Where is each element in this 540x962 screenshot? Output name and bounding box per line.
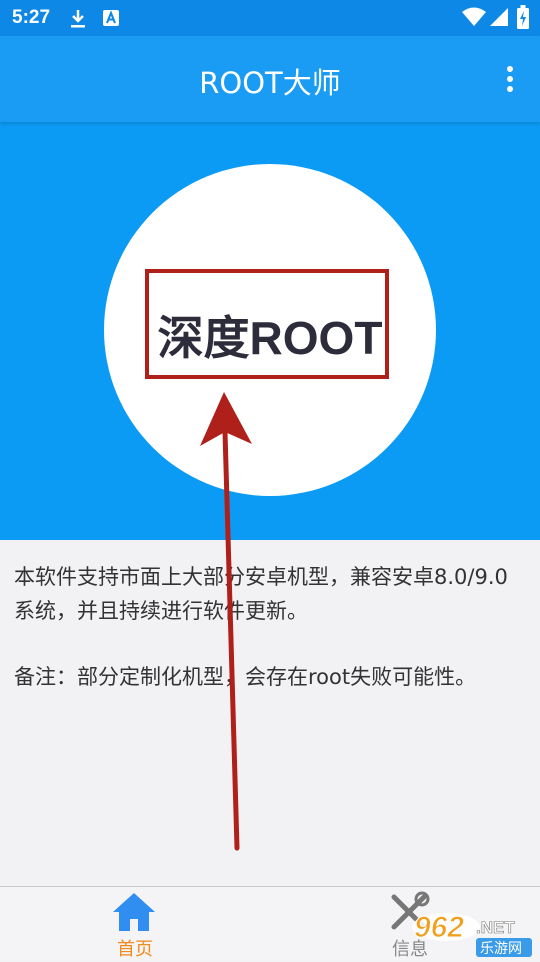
nav-label-home: 首页 (117, 939, 153, 960)
app-title: ROOT大师 (199, 66, 341, 100)
watermark-caption: 乐游网 (480, 941, 522, 957)
nav-item-home[interactable]: 首页 (75, 887, 195, 961)
more-vertical-icon (507, 66, 513, 92)
description-section: 本软件支持市面上大部分安卓机型，兼容安卓8.0/9.0系统，并且持续进行软件更新… (0, 540, 540, 886)
wifi-icon (462, 7, 486, 26)
status-bar: 5:27 (0, 0, 540, 36)
download-icon (71, 10, 85, 28)
highlight-box (145, 269, 389, 379)
signal-icon (490, 8, 508, 26)
watermark-brand: 962 (414, 911, 464, 944)
font-a-icon (103, 10, 119, 26)
note-text: 备注：部分定制化机型，会存在root失败可能性。 (14, 665, 477, 689)
battery-icon (517, 5, 529, 29)
watermark-logo: 962 .NET 乐游网 (400, 908, 540, 958)
app-bar: ROOT大师 (0, 36, 540, 122)
watermark-suffix: .NET (476, 918, 515, 937)
status-time: 5:27 (12, 7, 51, 28)
more-options-button[interactable] (498, 64, 522, 94)
home-icon (113, 893, 155, 931)
description-text: 本软件支持市面上大部分安卓机型，兼容安卓8.0/9.0系统，并且持续进行软件更新… (14, 565, 508, 623)
